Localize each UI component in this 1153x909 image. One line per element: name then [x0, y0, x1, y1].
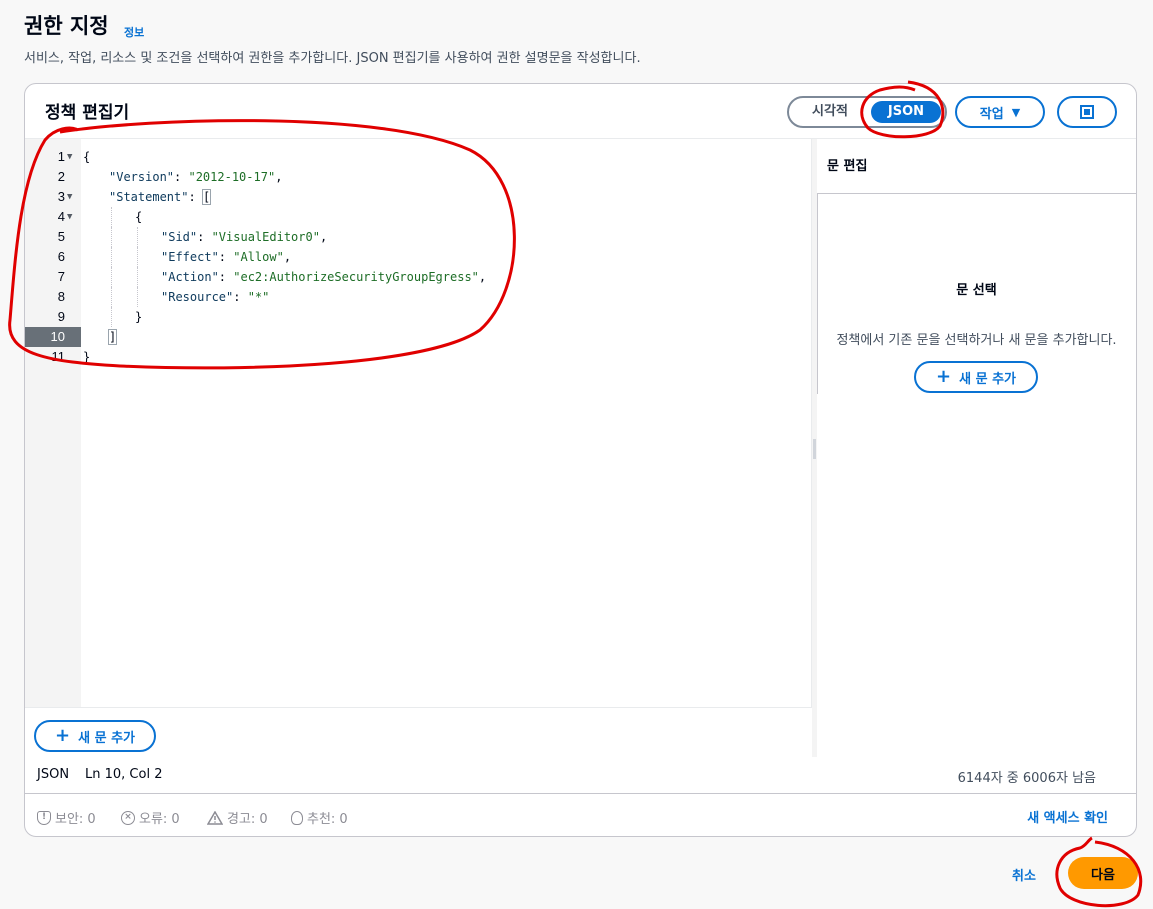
- actions-label: 작업: [979, 106, 1004, 122]
- line-number: 3: [57, 189, 65, 204]
- code-text: "Sid": "VisualEditor0",: [161, 230, 328, 244]
- plus-icon: +: [936, 366, 952, 387]
- code-text: }: [83, 350, 91, 364]
- select-statement-description: 정책에서 기존 문을 선택하거나 새 문을 추가합니다.: [836, 333, 1117, 348]
- code-editor[interactable]: 1 ▼{2 "Version": "2012-10-17", 3 ▼ "Statement…: [25, 139, 812, 757]
- code-text: {: [135, 210, 143, 224]
- editor-status-bar: JSON Ln 10, Col 2 6144자 중 6006자 남음: [25, 756, 1136, 794]
- indent-guide: [137, 267, 138, 287]
- code-text: "Effect": "Allow",: [161, 250, 292, 264]
- splitter-handle-icon[interactable]: [813, 439, 816, 459]
- code-text: {: [83, 150, 91, 164]
- validation-bar: ! 보안: 0 × 오류: 0 경고: 0 추천: 0 새 액세스 확인: [25, 795, 1136, 836]
- code-text: "Statement": [: [109, 189, 212, 205]
- code-line[interactable]: 4 ▼ {: [25, 207, 812, 227]
- security-findings[interactable]: ! 보안: 0: [37, 808, 96, 827]
- code-text: ]: [107, 329, 118, 345]
- security-count: 보안: 0: [55, 812, 96, 827]
- fullscreen-icon: [1080, 105, 1094, 119]
- code-text: "Action": "ec2:AuthorizeSecurityGroupEgr…: [161, 270, 487, 284]
- line-number: 4: [57, 209, 65, 224]
- plus-icon: +: [55, 725, 71, 746]
- code-line[interactable]: 6 "Effect": "Allow",: [25, 247, 812, 267]
- status-cursor-position: Ln 10, Col 2: [85, 767, 163, 782]
- add-statement-label: 새 문 추가: [78, 730, 135, 746]
- editor-mode-toggle: 시각적 JSON: [787, 96, 947, 128]
- indent-guide: [111, 227, 112, 247]
- shield-icon: !: [37, 810, 51, 825]
- actions-dropdown-button[interactable]: 작업 ▼: [955, 96, 1045, 128]
- info-link[interactable]: 정보: [124, 24, 144, 40]
- indent-guide: [111, 267, 112, 287]
- status-char-count: 6144자 중 6006자 남음: [957, 771, 1096, 786]
- visual-mode-button[interactable]: 시각적: [793, 101, 867, 123]
- indent-guide: [111, 247, 112, 267]
- line-number: 5: [57, 229, 65, 244]
- code-editor-footer: + 새 문 추가: [25, 707, 812, 757]
- line-number: 7: [57, 269, 65, 284]
- code-line[interactable]: 9}: [25, 307, 812, 327]
- code-line[interactable]: 7 "Action": "ec2:AuthorizeSecurityGroupEg…: [25, 267, 812, 287]
- error-count: 오류: 0: [139, 812, 180, 827]
- code-line[interactable]: 5 "Sid": "VisualEditor0",: [25, 227, 812, 247]
- indent-guide: [137, 247, 138, 267]
- line-number: 9: [57, 309, 65, 324]
- statement-edit-header: 문 편집: [817, 139, 1136, 194]
- line-number: 10: [25, 327, 81, 347]
- line-number: 1: [57, 149, 65, 164]
- code-line[interactable]: 2 "Version": "2012-10-17",: [25, 167, 812, 187]
- fold-arrow-icon[interactable]: ▼: [67, 147, 72, 167]
- next-button[interactable]: 다음: [1068, 857, 1138, 889]
- caret-down-icon: ▼: [1011, 105, 1021, 119]
- indent-guide: [111, 287, 112, 307]
- review-new-access-link[interactable]: 새 액세스 확인: [1027, 807, 1108, 826]
- error-x-icon: ×: [121, 810, 135, 825]
- json-mode-button[interactable]: JSON: [871, 101, 941, 123]
- fold-arrow-icon[interactable]: ▼: [67, 187, 72, 207]
- line-number: 11: [51, 349, 66, 364]
- indent-guide: [111, 307, 112, 327]
- indent-guide: [111, 207, 112, 227]
- add-statement-button[interactable]: + 새 문 추가: [34, 720, 156, 752]
- code-text: }: [135, 310, 143, 324]
- suggestion-count: 추천: 0: [307, 812, 348, 827]
- page-title: 권한 지정: [24, 14, 109, 38]
- page-description: 서비스, 작업, 리소스 및 조건을 선택하여 권한을 추가합니다. JSON …: [24, 51, 641, 66]
- policy-editor-panel: 정책 편집기 시각적 JSON 작업 ▼ 1 ▼{2 "Version": "201…: [24, 83, 1137, 837]
- code-line[interactable]: 3 ▼ "Statement": [: [25, 187, 812, 207]
- indent-guide: [137, 287, 138, 307]
- code-line[interactable]: 10]: [25, 327, 812, 347]
- status-language: JSON: [37, 767, 70, 782]
- warning-findings[interactable]: 경고: 0: [207, 808, 268, 827]
- side-add-statement-button[interactable]: + 새 문 추가: [914, 361, 1038, 393]
- indent-guide: [137, 227, 138, 247]
- select-statement-title: 문 선택: [956, 283, 997, 298]
- warning-icon: [207, 810, 223, 825]
- code-line[interactable]: 1 ▼ {: [25, 147, 812, 167]
- error-findings[interactable]: × 오류: 0: [121, 808, 180, 827]
- editor-area: 1 ▼{2 "Version": "2012-10-17", 3 ▼ "Statement…: [25, 138, 1136, 757]
- fullscreen-button[interactable]: [1057, 96, 1117, 128]
- cancel-button[interactable]: 취소: [1012, 865, 1036, 884]
- suggestion-findings[interactable]: 추천: 0: [291, 808, 348, 827]
- line-number: 8: [57, 289, 65, 304]
- warning-count: 경고: 0: [227, 812, 268, 827]
- lightbulb-icon: [291, 810, 303, 825]
- code-line[interactable]: 11}: [25, 347, 812, 367]
- fold-arrow-icon[interactable]: ▼: [67, 207, 72, 227]
- code-line[interactable]: 8 "Resource": "*": [25, 287, 812, 307]
- code-text: "Version": "2012-10-17",: [109, 170, 283, 184]
- line-number: 6: [57, 249, 65, 264]
- code-text: "Resource": "*": [161, 290, 270, 304]
- line-number: 2: [57, 169, 65, 184]
- policy-editor-title: 정책 편집기: [45, 103, 130, 123]
- side-add-statement-label: 새 문 추가: [959, 371, 1016, 387]
- statement-edit-pane: 문 편집 문 선택 정책에서 기존 문을 선택하거나 새 문을 추가합니다. +…: [817, 139, 1136, 757]
